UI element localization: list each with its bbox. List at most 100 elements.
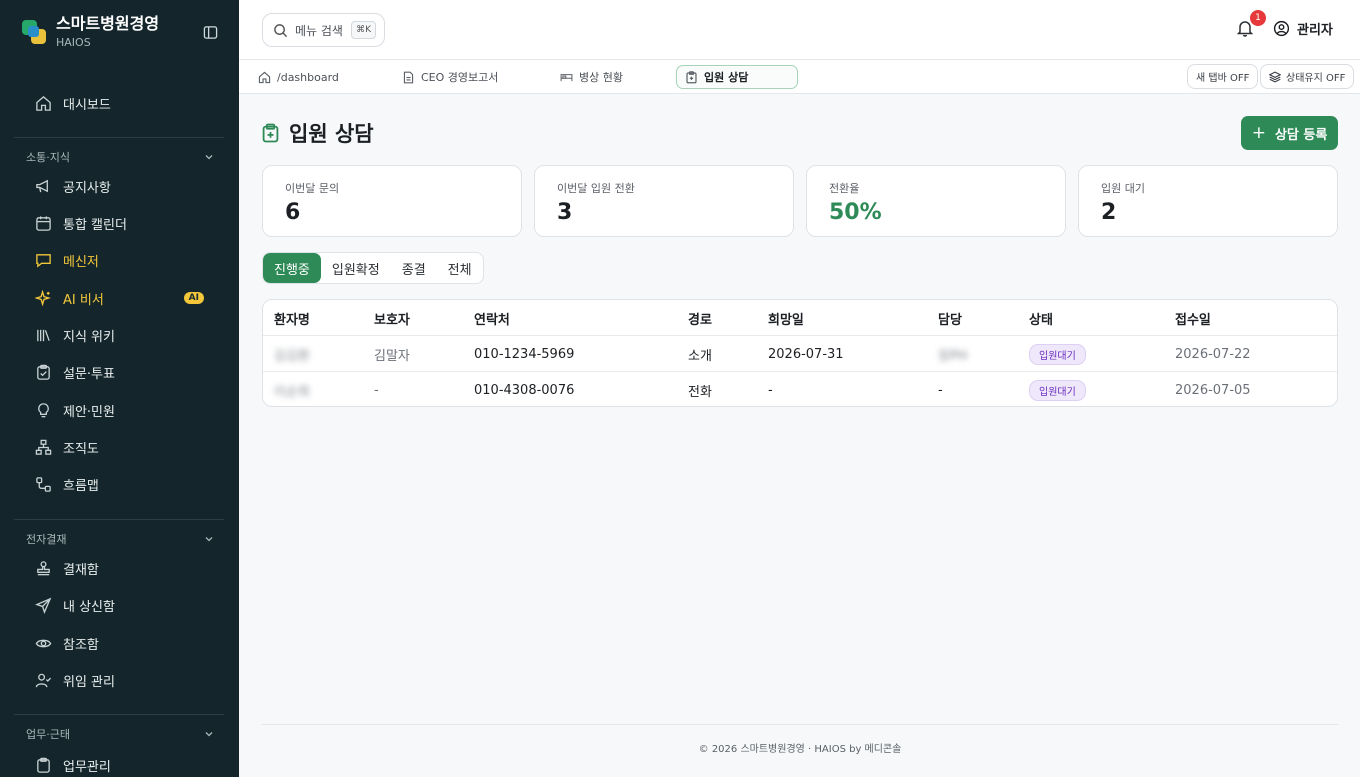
tab-label: 병상 현황 — [579, 71, 623, 84]
section-communication[interactable]: 소통·지식 — [26, 149, 214, 165]
logo-icon — [22, 20, 46, 44]
col-desired-date[interactable]: 희망일 — [768, 300, 804, 336]
sidebar-item-label: 흐름맵 — [63, 478, 99, 494]
section-approval[interactable]: 전자결재 — [26, 531, 214, 547]
col-route[interactable]: 경로 — [688, 300, 712, 336]
sidebar-item-label: 대시보드 — [63, 97, 111, 113]
stat-value: 50% — [829, 200, 882, 225]
new-tab-toggle[interactable]: 새 탭바 OFF — [1187, 64, 1259, 89]
add-consultation-label: 상담 등록 — [1274, 127, 1328, 143]
keep-state-toggle[interactable]: 상태유지 OFF — [1260, 64, 1355, 89]
keep-state-toggle-label: 상태유지 OFF — [1286, 73, 1346, 84]
footer: © 2026 스마트병원경영 · HAIOS by 메디콘솔 — [698, 744, 902, 755]
sidebar-item-notice[interactable]: 공지사항 — [14, 169, 224, 203]
chevron-down-icon — [204, 729, 214, 739]
search-placeholder: 메뉴 검색 — [295, 23, 343, 38]
notification-count-badge: 1 — [1250, 10, 1266, 26]
sidebar-item-label: 내 상신함 — [63, 599, 115, 615]
menu-search[interactable]: 메뉴 검색 ⌘K — [262, 13, 385, 47]
tab-bed-status[interactable]: 병상 현황 — [552, 65, 631, 89]
sidebar-item-my-submissions[interactable]: 내 상신함 — [14, 588, 224, 622]
route: 전화 — [688, 384, 712, 400]
stat-card-waiting: 입원 대기 2 — [1078, 165, 1338, 237]
phone: 010-1234-5969 — [474, 346, 575, 362]
brand: 스마트병원경영 HAIOS — [0, 0, 239, 64]
sidebar-item-label: AI 비서 — [63, 292, 104, 308]
stat-card-conversion-rate: 전환율 50% — [806, 165, 1066, 237]
eye-icon — [34, 634, 52, 652]
new-tab-toggle-label: 새 탭바 OFF — [1196, 73, 1250, 84]
sidebar-item-label: 설문·투표 — [63, 366, 115, 382]
patient-name: 이순희 — [274, 384, 310, 400]
sidebar-item-suggestions[interactable]: 제안·민원 — [14, 393, 224, 427]
col-guardian[interactable]: 보호자 — [374, 300, 410, 336]
clipboard-icon — [34, 756, 52, 774]
col-phone[interactable]: 연락처 — [474, 300, 510, 336]
clipboard-plus-icon — [262, 123, 280, 143]
tab-bar: /dashboard CEO 경영보고서 병상 현황 입원 상담 새 탭바 OF… — [239, 60, 1360, 94]
phone: 010-4308-0076 — [474, 382, 575, 398]
sidebar-item-label: 참조함 — [63, 637, 99, 653]
chevron-down-icon — [204, 152, 214, 162]
send-icon — [34, 596, 52, 614]
col-owner[interactable]: 담당 — [938, 300, 962, 336]
sidebar-item-flowmap[interactable]: 흐름맵 — [14, 467, 224, 501]
divider — [14, 137, 224, 138]
table-row[interactable]: 이순희 - 010-4308-0076 전화 - - 입원대기 2026-07-… — [263, 372, 1337, 406]
section-title: 전자결재 — [26, 533, 67, 546]
stat-value: 3 — [557, 200, 573, 225]
stat-label: 이번달 문의 — [285, 182, 340, 195]
table-row[interactable]: 김김환 김말자 010-1234-5969 소개 2026-07-31 장PH … — [263, 336, 1337, 372]
sidebar-item-task-management[interactable]: 업무관리 — [14, 748, 224, 777]
route: 소개 — [688, 348, 712, 364]
sidebar-toggle-icon[interactable] — [201, 23, 219, 41]
flow-icon — [34, 475, 52, 493]
ai-badge: AI — [183, 292, 204, 304]
guardian-name: 김말자 — [374, 348, 410, 364]
sidebar-item-ai-assistant[interactable]: AI 비서 AI — [14, 281, 224, 315]
sidebar-item-approval-box[interactable]: 결재함 — [14, 551, 224, 585]
clipboard-check-icon — [34, 363, 52, 381]
filter-confirmed[interactable]: 입원확정 — [321, 253, 391, 283]
footer-divider — [262, 724, 1338, 725]
section-work[interactable]: 업무·근태 — [26, 726, 214, 742]
lightbulb-icon — [34, 401, 52, 419]
megaphone-icon — [34, 177, 52, 195]
sidebar-item-wiki[interactable]: 지식 위키 — [14, 318, 224, 352]
home-icon — [258, 71, 271, 84]
sidebar-item-dashboard[interactable]: 대시보드 — [14, 86, 224, 120]
filter-all[interactable]: 전체 — [437, 253, 483, 283]
user-name: 관리자 — [1297, 23, 1333, 38]
stat-label: 입원 대기 — [1101, 182, 1145, 195]
shortcut-hint: ⌘K — [351, 21, 376, 39]
consultation-table: 환자명 보호자 연락처 경로 희망일 담당 상태 접수일 김김환 김말자 010… — [262, 299, 1338, 407]
col-received-date[interactable]: 접수일 — [1175, 300, 1211, 336]
add-consultation-button[interactable]: + 상담 등록 — [1241, 116, 1338, 150]
col-status[interactable]: 상태 — [1029, 300, 1053, 336]
filter-closed[interactable]: 종결 — [391, 253, 437, 283]
sidebar-item-label: 통합 캘린더 — [63, 217, 127, 233]
stat-label: 이번달 입원 전환 — [557, 182, 635, 195]
sidebar-item-survey[interactable]: 설문·투표 — [14, 355, 224, 389]
tab-ceo-report[interactable]: CEO 경영보고서 — [394, 65, 506, 89]
owner: 장PH — [938, 348, 968, 364]
tab-dashboard[interactable]: /dashboard — [250, 65, 347, 89]
stat-card-inquiries: 이번달 문의 6 — [262, 165, 522, 237]
sidebar-item-orgchart[interactable]: 조직도 — [14, 430, 224, 464]
sidebar-item-reference[interactable]: 참조함 — [14, 626, 224, 660]
sidebar-item-messenger[interactable]: 메신저 — [14, 243, 224, 277]
sidebar-item-calendar[interactable]: 통합 캘린더 — [14, 206, 224, 240]
user-menu[interactable]: 관리자 — [1273, 19, 1333, 38]
sidebar-item-label: 조직도 — [63, 441, 99, 457]
divider — [14, 519, 224, 520]
sidebar-item-label: 위임 관리 — [63, 674, 115, 690]
filter-in-progress[interactable]: 진행중 — [263, 253, 321, 283]
tab-admission-consult[interactable]: 입원 상담 — [676, 65, 798, 89]
col-patient[interactable]: 환자명 — [274, 300, 310, 336]
plus-icon: + — [1251, 123, 1266, 143]
sidebar-item-label: 메신저 — [63, 254, 99, 270]
divider — [14, 714, 224, 715]
sidebar-item-delegation[interactable]: 위임 관리 — [14, 663, 224, 697]
sidebar-item-label: 지식 위키 — [63, 329, 115, 345]
table-header: 환자명 보호자 연락처 경로 희망일 담당 상태 접수일 — [263, 300, 1337, 336]
